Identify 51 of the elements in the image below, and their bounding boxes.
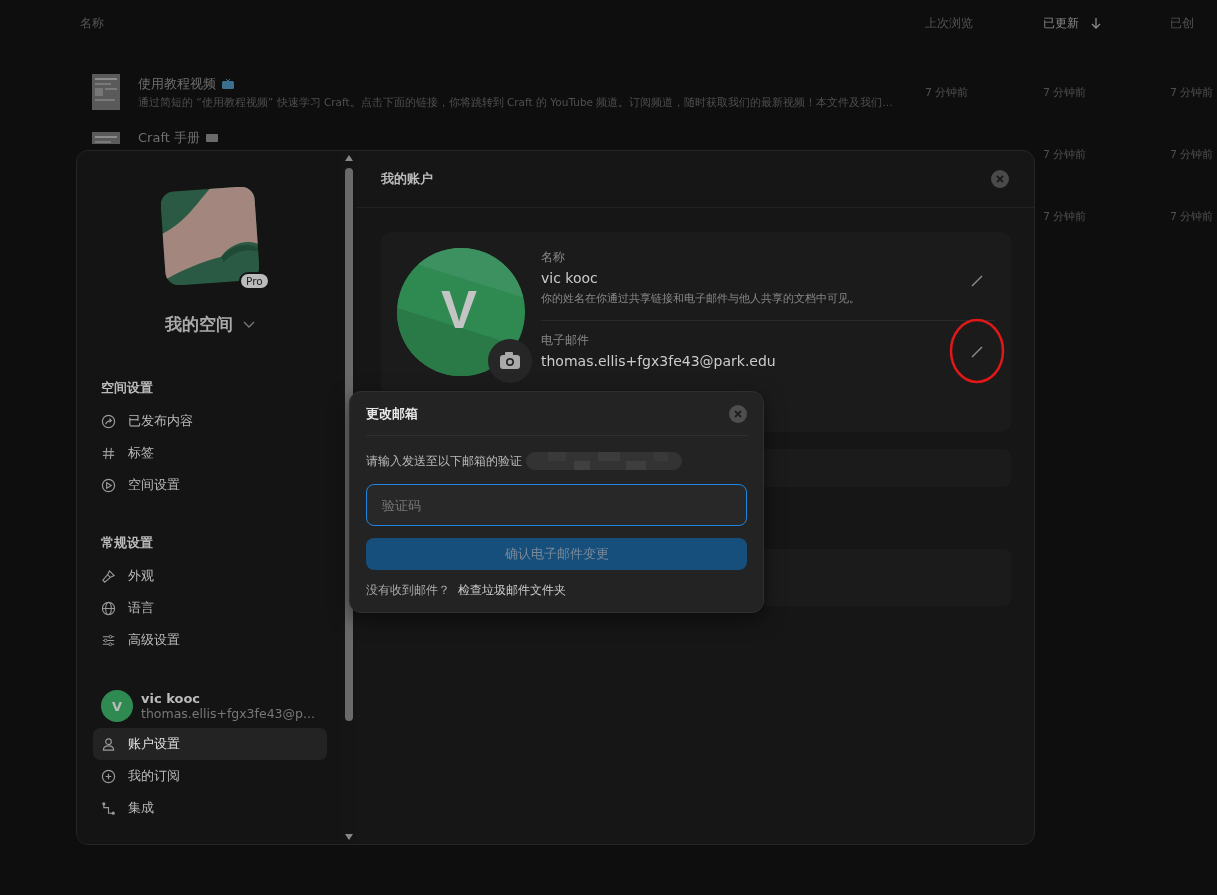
- field-value: thomas.ellis+fgx3fe43@park.edu: [541, 353, 776, 369]
- sidebar-item[interactable]: 外观: [93, 560, 327, 592]
- prompt-text: 请输入发送至以下邮箱的验证: [366, 453, 522, 469]
- sidebar-item[interactable]: 标签: [93, 437, 327, 469]
- document-title[interactable]: 使用教程视频: [138, 74, 216, 93]
- footer-text: 没有收到邮件？: [366, 583, 450, 598]
- sidebar-item[interactable]: 语言: [93, 592, 327, 624]
- camera-icon[interactable]: [488, 339, 532, 383]
- panel-title: 我的账户: [381, 170, 433, 188]
- user-name: vic kooc: [141, 691, 202, 706]
- field-hint: 你的姓名在你通过共享链接和电子邮件与他人共享的文档中可见。: [541, 291, 860, 306]
- tv-icon: [222, 78, 234, 89]
- document-thumbnail-icon: [92, 132, 120, 144]
- field-label: 电子邮件: [541, 333, 590, 348]
- chevron-down-icon[interactable]: [243, 320, 255, 329]
- column-header[interactable]: 已更新: [1043, 14, 1079, 32]
- dialog-title: 更改邮箱: [366, 404, 418, 423]
- field-value: vic kooc: [541, 270, 599, 286]
- workspace-name[interactable]: 我的空间: [165, 313, 233, 336]
- pencil-icon[interactable]: [971, 275, 983, 287]
- sidebar-item[interactable]: 账户设置: [93, 728, 327, 760]
- globe-icon: [101, 600, 116, 616]
- field-label: 名称: [541, 250, 566, 265]
- hash-icon: [101, 445, 116, 461]
- connection-icon: [101, 800, 116, 816]
- sidebar-item[interactable]: 高级设置: [93, 624, 327, 656]
- share-icon: [101, 413, 116, 429]
- person-icon: [101, 736, 116, 752]
- verification-code-field[interactable]: 验证码: [366, 484, 747, 526]
- document-title[interactable]: Craft 手册: [138, 129, 200, 147]
- sidebar-item[interactable]: 空间设置: [93, 469, 327, 501]
- sidebar-item[interactable]: 已发布内容: [93, 405, 327, 437]
- sliders-icon: [101, 632, 116, 648]
- circled-pencil-icon[interactable]: [949, 318, 1005, 384]
- avatar-initial: V: [441, 278, 478, 340]
- scroll-up-icon[interactable]: [344, 154, 354, 162]
- pro-badge: Pro: [239, 272, 270, 290]
- spam-folder-link[interactable]: 检查垃圾邮件文件夹: [458, 583, 566, 598]
- brush-icon: [101, 568, 116, 584]
- book-icon: [205, 133, 218, 143]
- section-title: 常规设置: [100, 535, 154, 552]
- sort-down-icon: [1091, 17, 1101, 29]
- section-title: 空间设置: [100, 380, 154, 397]
- scroll-down-icon[interactable]: [344, 833, 354, 841]
- settings-icon: [101, 477, 116, 493]
- user-avatar: V: [101, 690, 133, 722]
- sidebar-item[interactable]: 集成: [93, 792, 327, 824]
- user-email: thomas.ellis+fgx3fe43@p...: [141, 706, 315, 721]
- sidebar-item[interactable]: 我的订阅: [93, 760, 327, 792]
- document-thumbnail-icon: [92, 74, 120, 110]
- plus-circle-icon: [101, 768, 116, 784]
